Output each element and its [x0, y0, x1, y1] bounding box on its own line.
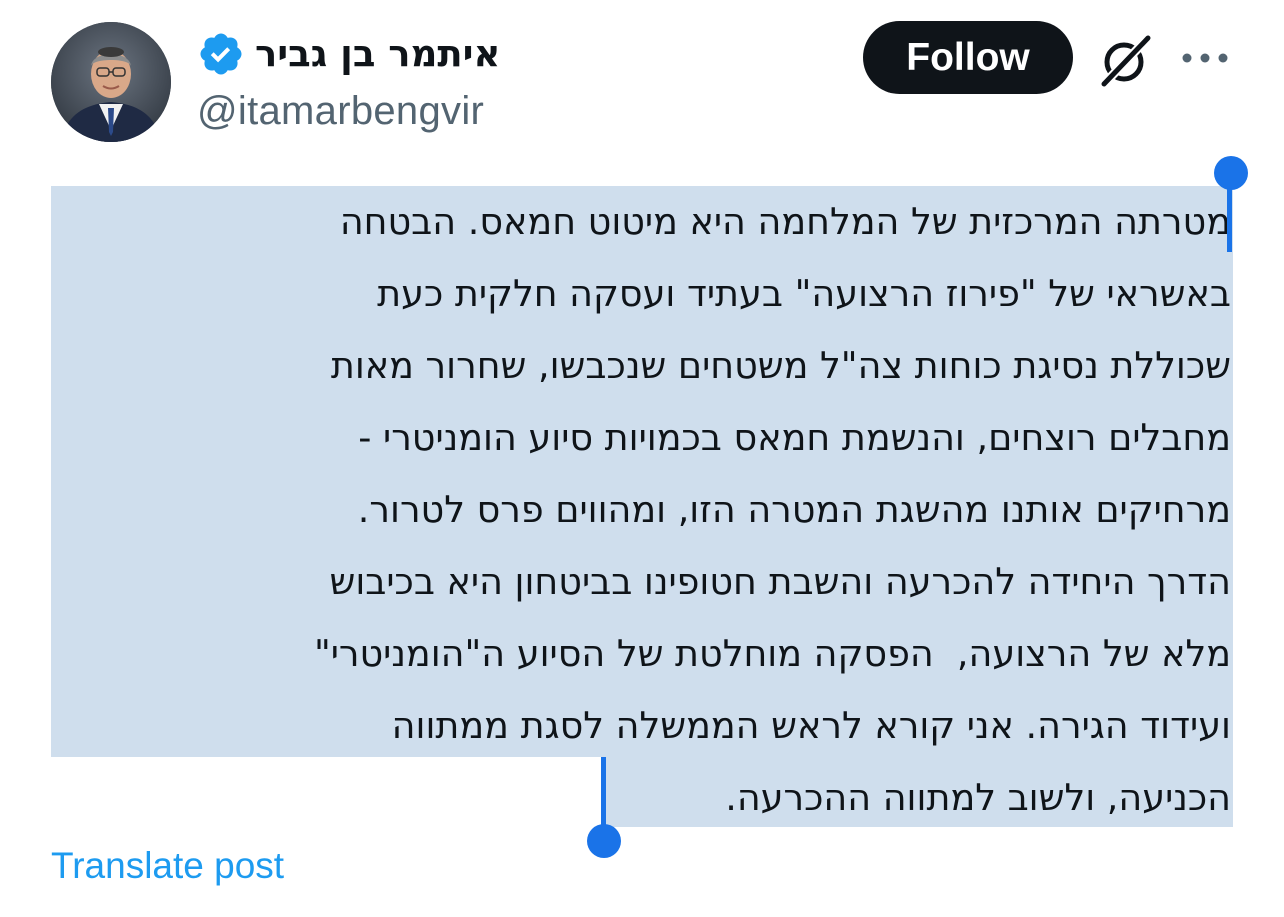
avatar-image: [51, 22, 171, 142]
selection-start-handle-bar[interactable]: [1227, 180, 1232, 252]
selection-start-handle[interactable]: [1214, 156, 1248, 190]
verified-badge-icon: [200, 33, 242, 75]
avatar[interactable]: [51, 22, 171, 142]
post-text-line: מחבלים רוצחים, והנשמת חמאס בכמויות סיוע …: [358, 416, 1231, 459]
selection-end-handle-bar[interactable]: [601, 757, 606, 829]
translate-post-link[interactable]: Translate post: [51, 841, 284, 891]
follow-button[interactable]: Follow: [863, 21, 1073, 94]
post-text-line: שכוללת נסיגת כוחות צה"ל משטחים שנכבשו, ש…: [330, 344, 1231, 387]
display-name-row[interactable]: איתמר בן גביר: [197, 30, 500, 78]
more-options-icon[interactable]: [1180, 46, 1230, 70]
post-body[interactable]: מטרתה המרכזית של המלחמה היא מיטוט חמאס. …: [51, 186, 1231, 834]
post-header: איתמר בן גביר @itamarbengvir Follow: [0, 0, 1284, 160]
post-text-line: הדרך היחידה להכרעה והשבת חטופינו בביטחון…: [329, 560, 1231, 603]
grok-icon[interactable]: [1098, 32, 1154, 88]
author-handle[interactable]: @itamarbengvir: [197, 86, 484, 136]
post-text-line: הכניעה, ולשוב למתווה ההכרעה.: [725, 776, 1231, 819]
post-text-line: באשראי של "פירוז הרצועה" בעתיד ועסקה חלק…: [377, 272, 1231, 315]
post-text-line: מרחיקים אותנו מהשגת המטרה הזו, ומהווים פ…: [357, 488, 1231, 531]
post-text-line: מטרתה המרכזית של המלחמה היא מיטוט חמאס. …: [339, 200, 1231, 243]
display-name[interactable]: איתמר בן גביר: [255, 31, 500, 77]
post-text-line: מלא של הרצועה, הפסקה מוחלטת של הסיוע ה"ה…: [313, 632, 1231, 675]
selection-end-handle[interactable]: [587, 824, 621, 858]
post-text-line: ועידוד הגירה. אני קורא לראש הממשלה לסגת …: [391, 704, 1231, 747]
